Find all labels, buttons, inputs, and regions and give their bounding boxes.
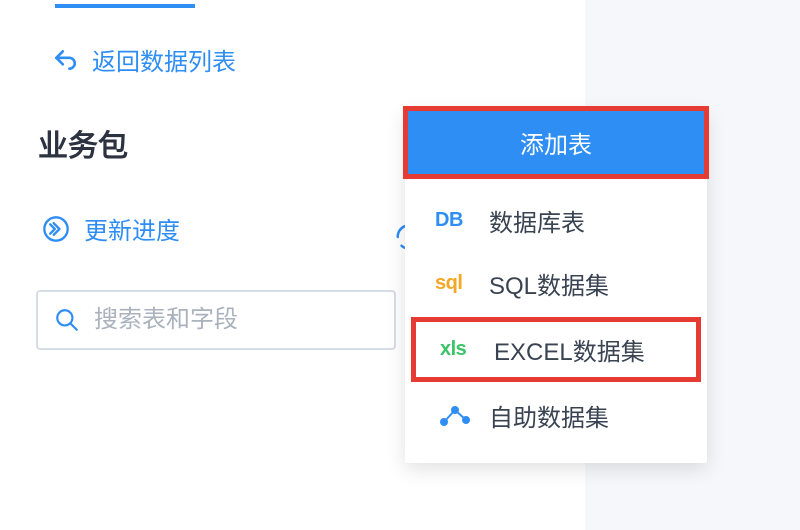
sql-icon: sql bbox=[435, 272, 475, 295]
menu-item-label: 数据库表 bbox=[489, 203, 585, 238]
progress-label: 更新进度 bbox=[84, 211, 180, 246]
menu-item-db-table[interactable]: DB 数据库表 bbox=[405, 189, 707, 252]
back-to-data-list[interactable]: 返回数据列表 bbox=[0, 4, 585, 77]
menu-item-sql-dataset[interactable]: sql SQL数据集 bbox=[405, 252, 707, 315]
menu-item-label: EXCEL数据集 bbox=[494, 332, 645, 367]
top-accent-bar bbox=[55, 4, 195, 8]
db-icon: DB bbox=[435, 209, 475, 232]
self-service-icon bbox=[435, 404, 475, 428]
back-label: 返回数据列表 bbox=[92, 42, 236, 77]
search-box[interactable] bbox=[36, 290, 396, 350]
add-table-highlight-box: 添加表 bbox=[403, 106, 709, 179]
menu-item-self-dataset[interactable]: 自助数据集 bbox=[405, 384, 707, 447]
add-table-button[interactable]: 添加表 bbox=[408, 111, 704, 174]
search-input[interactable] bbox=[94, 306, 404, 334]
menu-item-label: SQL数据集 bbox=[489, 266, 609, 301]
dropdown-list: DB 数据库表 sql SQL数据集 xls EXCEL数据集 自助数据集 bbox=[405, 179, 707, 463]
back-arrow-icon bbox=[52, 47, 78, 73]
menu-item-label: 自助数据集 bbox=[489, 398, 609, 433]
xls-icon: xls bbox=[440, 338, 480, 361]
menu-item-excel-dataset[interactable]: xls EXCEL数据集 bbox=[411, 317, 701, 382]
search-icon bbox=[54, 307, 80, 333]
add-table-dropdown: 添加表 DB 数据库表 sql SQL数据集 xls EXCEL数据集 自 bbox=[405, 108, 707, 463]
progress-circle-icon bbox=[42, 215, 70, 243]
